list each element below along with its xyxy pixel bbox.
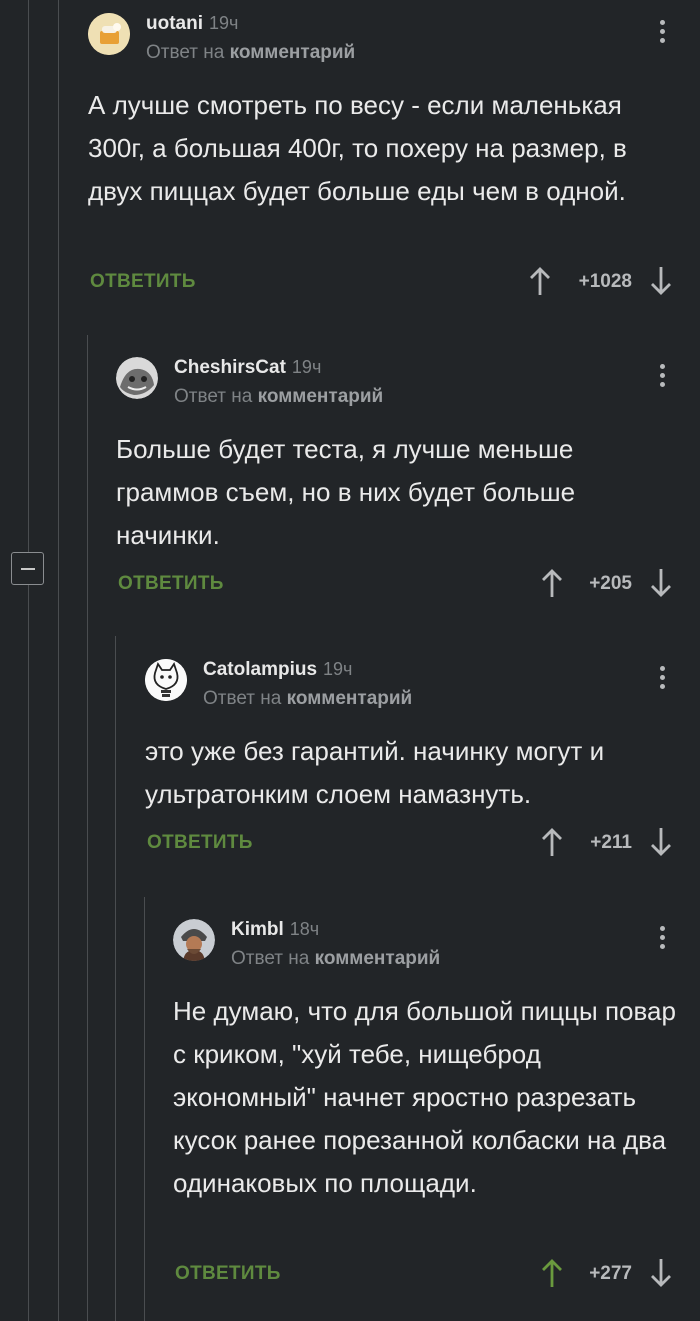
downvote-arrow-icon[interactable] [649,1258,673,1288]
timestamp: 18ч [289,919,320,939]
avatar-kimbl[interactable] [173,919,215,961]
score: +277 [589,1263,632,1284]
thread-line-1 [28,0,29,552]
upvote-arrow-icon[interactable] [540,1258,564,1288]
reply-to: Ответ на комментарий [231,948,441,969]
thread-line-4 [115,636,116,1321]
comment-kimbl: Kimbl 18ч Ответ на комментарий Не думаю, … [173,0,700,1321]
reply-link[interactable]: комментарий [315,948,441,969]
thread-line-3 [87,335,88,1321]
thread-line-1b [28,585,29,1321]
thread-line-5 [144,897,145,1321]
username[interactable]: Kimbl 18ч [231,919,319,941]
collapse-thread-icon[interactable] [11,552,44,585]
thread-line-2 [58,0,59,1321]
comment-text: Не думаю, что для большой пиццы повар с … [173,996,676,1198]
reply-button[interactable]: ОТВЕТИТЬ [175,1263,281,1285]
more-menu-icon[interactable] [658,926,666,949]
